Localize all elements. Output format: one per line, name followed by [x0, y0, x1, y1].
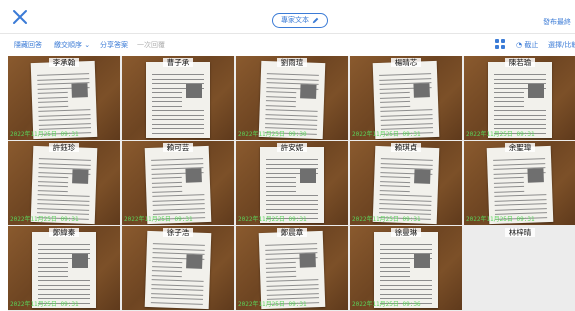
student-name: 曹子承: [122, 57, 234, 68]
document-title: 專家文本: [281, 16, 309, 24]
student-name: 鄭晨章: [236, 227, 348, 238]
student-name: 劉雨瑄: [236, 57, 348, 68]
submission-tile[interactable]: 陳若瑜 2022年11月25日 09:31: [464, 56, 575, 140]
stop-label: 截止: [524, 41, 539, 49]
student-name: 鄭緯秦: [8, 227, 120, 238]
submission-tile[interactable]: 賴可芸 2022年11月25日 09:31: [122, 141, 234, 225]
submission-photo: [30, 145, 98, 225]
photo-timestamp: 2022年11月25日 09:31: [10, 216, 79, 223]
submission-photo: [372, 145, 440, 225]
submission-tile[interactable]: 劉雨瑄 2022年11月25日 09:30: [236, 56, 348, 140]
app-window: 專家文本 發布最終 隱藏回答 繳交順序 ⌄ 分享答案 一次回覆 ◔ 截止 選擇/…: [0, 0, 575, 311]
submission-photo: [374, 232, 438, 308]
select-compare-button[interactable]: 選擇/比較: [548, 40, 575, 50]
submission-tile[interactable]: 許鈺珍 2022年11月25日 09:31: [8, 141, 120, 225]
stop-button[interactable]: ◔ 截止: [516, 40, 538, 50]
sort-order-dropdown[interactable]: 繳交順序 ⌄: [54, 40, 90, 50]
hide-answer-button[interactable]: 隱藏回答: [14, 40, 42, 50]
clock-icon: ◔: [516, 41, 523, 49]
submission-tile[interactable]: 鄭緯秦 2022年11月25日 09:31: [8, 226, 120, 310]
submission-tile[interactable]: 鄭晨章 2022年11月25日 09:31: [236, 226, 348, 310]
chevron-down-icon: ⌄: [84, 41, 91, 49]
document-title-button[interactable]: 專家文本: [272, 13, 328, 28]
photo-timestamp: 2022年11月25日 09:31: [10, 301, 79, 308]
submission-tile[interactable]: 林梓晴: [464, 226, 575, 310]
submission-photo: [146, 62, 210, 138]
student-name: 賴可芸: [122, 142, 234, 153]
photo-timestamp: 2022年11月25日 09:31: [466, 131, 535, 138]
photo-timestamp: 2022年11月25日 09:31: [466, 216, 535, 223]
submission-photo: [144, 145, 212, 225]
share-answer-button[interactable]: 分享答案: [100, 40, 128, 50]
submission-grid: 李承翰 2022年11月25日 09:31 曹子承 劉雨瑄 2022年11月25日 09…: [8, 56, 575, 311]
photo-timestamp: 2022年11月25日 09:31: [352, 216, 421, 223]
submission-tile[interactable]: 李承翰 2022年11月25日 09:31: [8, 56, 120, 140]
photo-timestamp: 2022年11月25日 09:31: [124, 216, 193, 223]
submission-tile[interactable]: 許安妮 2022年11月25日 09:31: [236, 141, 348, 225]
top-bar: 專家文本 發布最終: [0, 0, 575, 34]
submission-photo: [260, 147, 324, 223]
submission-photo: [486, 145, 554, 225]
student-name: 賴琪貞: [350, 142, 462, 153]
student-name: 徐子浩: [122, 227, 234, 238]
submission-tile[interactable]: 余聖瑋 2022年11月25日 09:31: [464, 141, 575, 225]
student-name: 楊晴芯: [350, 57, 462, 68]
sort-order-label: 繳交順序: [54, 41, 82, 49]
submission-tile[interactable]: 徐子浩: [122, 226, 234, 310]
student-name: 林梓晴: [464, 227, 575, 238]
submission-photo: [258, 60, 326, 140]
submission-tile[interactable]: 曹子承: [122, 56, 234, 140]
photo-timestamp: 2022年11月25日 09:36: [352, 301, 421, 308]
pencil-icon: [312, 17, 319, 24]
grid-view-icon[interactable]: [495, 39, 505, 49]
publish-button[interactable]: 發布最終: [543, 17, 571, 27]
close-icon[interactable]: [12, 9, 28, 25]
student-name: 余聖瑋: [464, 142, 575, 153]
student-name: 李承翰: [8, 57, 120, 68]
photo-timestamp: 2022年11月25日 09:30: [238, 131, 307, 138]
photo-timestamp: 2022年11月25日 09:31: [352, 131, 421, 138]
submission-tile[interactable]: 賴琪貞 2022年11月25日 09:31: [350, 141, 462, 225]
photo-timestamp: 2022年11月25日 09:31: [10, 131, 79, 138]
submission-tile[interactable]: 徐曼琳 2022年11月25日 09:36: [350, 226, 462, 310]
student-name: 徐曼琳: [350, 227, 462, 238]
submission-photo: [32, 232, 96, 308]
submission-photo: [372, 60, 440, 140]
submission-photo: [488, 62, 552, 138]
photo-timestamp: 2022年11月25日 09:31: [238, 216, 307, 223]
student-name: 陳若瑜: [464, 57, 575, 68]
submission-photo: [144, 230, 212, 310]
one-click-return-button[interactable]: 一次回覆: [137, 40, 165, 50]
toolbar: 隱藏回答 繳交順序 ⌄ 分享答案 一次回覆 ◔ 截止 選擇/比較: [0, 34, 575, 54]
student-name: 許鈺珍: [8, 142, 120, 153]
student-name: 許安妮: [236, 142, 348, 153]
submission-photo: [30, 60, 98, 140]
submission-tile[interactable]: 楊晴芯 2022年11月25日 09:31: [350, 56, 462, 140]
photo-timestamp: 2022年11月25日 09:31: [238, 301, 307, 308]
submission-photo: [258, 230, 326, 310]
